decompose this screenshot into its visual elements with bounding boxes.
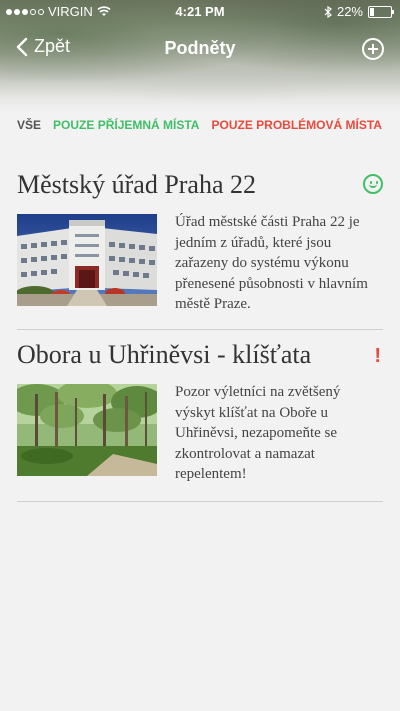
filter-tabs: VŠE POUZE PŘÍJEMNÁ MÍSTA POUZE PROBLÉMOV… <box>17 118 382 132</box>
filter-problem[interactable]: POUZE PROBLÉMOVÁ MÍSTA <box>211 118 381 132</box>
navigation-bar: Zpět Podněty <box>0 28 400 72</box>
item-description: Úřad městské části Praha 22 je jedním z … <box>175 214 368 312</box>
battery-icon <box>368 5 394 18</box>
item-title: Obora u Uhřiněvsi - klíšťata <box>17 340 312 369</box>
forest-photo <box>17 384 157 476</box>
filter-all[interactable]: VŠE <box>17 118 41 132</box>
item-title: Městský úřad Praha 22 <box>17 170 257 199</box>
page-title: Podněty <box>164 38 236 58</box>
building-photo <box>17 214 157 306</box>
divider <box>17 501 383 502</box>
divider <box>17 329 383 330</box>
status-bar: VIRGIN 4:21 PM 22% <box>0 0 400 22</box>
battery-percent: 22% <box>336 4 363 19</box>
exclamation-icon: ! <box>374 345 381 367</box>
add-button[interactable] <box>362 38 384 60</box>
filter-pleasant[interactable]: POUZE PŘÍJEMNÁ MÍSTA <box>53 118 199 132</box>
smile-icon <box>363 174 383 194</box>
item-description: Pozor výletníci na zvětšený výskyt klíšť… <box>175 384 341 482</box>
bluetooth-icon <box>324 5 332 18</box>
